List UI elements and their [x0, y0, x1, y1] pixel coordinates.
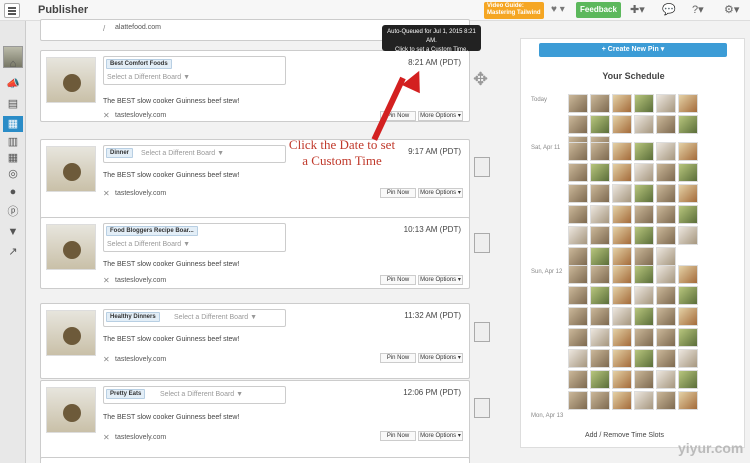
pin-description[interactable]: The BEST slow cooker Guinness beef stew!	[103, 98, 239, 105]
feedback-button[interactable]: Feedback	[576, 2, 621, 18]
globe-icon[interactable]: ●	[3, 184, 23, 200]
pin-url[interactable]: tasteslovely.com	[115, 277, 166, 284]
chat-icon[interactable]: 💬	[662, 3, 676, 16]
day-label: Sat, Apr 11	[531, 145, 561, 151]
close-icon[interactable]: ✕	[103, 433, 110, 442]
menu-icon[interactable]	[4, 3, 20, 18]
gear-icon[interactable]: ⚙▾	[724, 3, 739, 16]
time-slot[interactable]: 9:17 AM (PDT)	[408, 147, 461, 156]
board-selector[interactable]: Food Bloggers Recipe Boar... Select a Dif…	[103, 223, 286, 252]
add-time-slots-link[interactable]: Add / Remove Time Slots	[585, 432, 664, 439]
publisher-icon[interactable]: ▦	[3, 116, 23, 132]
annotation-text: Click the Date to set a Custom Time	[288, 137, 396, 168]
pin-now-button[interactable]: Pin Now	[380, 188, 416, 198]
megaphone-icon[interactable]: 📣	[3, 76, 23, 92]
pin-image	[46, 387, 96, 433]
day-label: Sun, Apr 12	[531, 269, 563, 275]
stack-icon[interactable]	[474, 322, 490, 342]
board-tag[interactable]: Pretty Eats	[106, 389, 146, 399]
home-icon[interactable]: ⌂	[3, 56, 23, 72]
trend-icon[interactable]: ↗	[3, 244, 23, 260]
board-placeholder: Select a Different Board ▼	[107, 241, 191, 248]
pin-description[interactable]: The BEST slow cooker Guinness beef stew!	[103, 261, 239, 268]
stack-icon[interactable]	[474, 157, 490, 177]
schedule-panel: + Create New Pin ▾ Your Schedule Today S…	[520, 38, 745, 448]
pin-feed: / alattefood.com Best Comfort Foods Selec…	[40, 19, 470, 463]
time-slot[interactable]: 12:06 PM (PDT)	[403, 388, 461, 397]
page-title: Publisher	[38, 4, 89, 16]
more-options-button[interactable]: More Options ▾	[418, 188, 463, 198]
time-slot[interactable]: 10:13 AM (PDT)	[404, 225, 461, 234]
more-options-button[interactable]: More Options ▾	[418, 111, 463, 121]
pin-url[interactable]: tasteslovely.com	[115, 434, 166, 441]
pin-url[interactable]: tasteslovely.com	[115, 112, 166, 119]
heart-icon[interactable]: ♥ ▾	[551, 4, 565, 15]
more-options-button[interactable]: More Options ▾	[418, 275, 463, 285]
instagram-icon[interactable]: ◎	[3, 166, 23, 182]
board-selector[interactable]: Healthy Dinners Select a Different Board …	[103, 309, 286, 327]
pin-now-button[interactable]: Pin Now	[380, 353, 416, 363]
board-placeholder: Select a Different Board ▼	[107, 74, 191, 81]
create-new-pin-button[interactable]: + Create New Pin ▾	[539, 43, 727, 57]
board-tag[interactable]: Dinner	[106, 148, 134, 158]
calendar-icon[interactable]: ▦	[3, 150, 23, 166]
schedule-grid[interactable]	[568, 142, 718, 266]
board-placeholder: Select a Different Board ▼	[160, 391, 244, 398]
video-guide-button[interactable]: Video Guide: Mastering Tailwind	[484, 2, 544, 19]
stack-icon[interactable]	[474, 233, 490, 253]
schedule-grid[interactable]	[568, 265, 718, 410]
pin-image	[46, 310, 96, 356]
link-icon: /	[103, 24, 106, 33]
pin-card	[40, 457, 470, 463]
pin-now-button[interactable]: Pin Now	[380, 431, 416, 441]
chart-icon[interactable]: ▥	[3, 134, 23, 150]
pin-card: Dinner Select a Different Board ▼ The BES…	[40, 139, 470, 225]
pin-description[interactable]: The BEST slow cooker Guinness beef stew!	[103, 336, 239, 343]
close-icon[interactable]: ✕	[103, 189, 110, 198]
pin-card: Healthy Dinners Select a Different Board …	[40, 303, 470, 379]
board-tag[interactable]: Best Comfort Foods	[106, 59, 172, 69]
board-placeholder: Select a Different Board ▼	[141, 150, 225, 157]
board-selector[interactable]: Best Comfort Foods Select a Different Boa…	[103, 56, 286, 85]
filter-icon[interactable]: ▼	[3, 224, 23, 240]
pin-url[interactable]: tasteslovely.com	[115, 356, 166, 363]
sidebar: ⌂ 📣 ▤ ▦ ▥ ▦ ◎ ● ⓟ ▼ ↗	[0, 21, 26, 463]
stack-icon[interactable]	[474, 398, 490, 418]
add-icon[interactable]: ✚▾	[630, 3, 645, 16]
pin-image	[46, 224, 96, 270]
pinterest-icon[interactable]: ⓟ	[3, 204, 23, 220]
time-slot[interactable]: 11:32 AM (PDT)	[404, 311, 461, 320]
pin-url[interactable]: tasteslovely.com	[115, 190, 166, 197]
pin-card: Food Bloggers Recipe Boar... Select a Dif…	[40, 217, 470, 289]
top-bar: Publisher Video Guide: Mastering Tailwin…	[0, 0, 750, 21]
tooltip-line: Click to set a Custom Time.	[394, 47, 469, 53]
board-selector[interactable]: Pretty Eats Select a Different Board ▼	[103, 386, 286, 404]
close-icon[interactable]: ✕	[103, 355, 110, 364]
day-label: Mon, Apr 13	[531, 413, 564, 419]
board-tag[interactable]: Healthy Dinners	[106, 312, 160, 322]
pin-icon[interactable]: ▤	[3, 96, 23, 112]
watermark: yiyur.com	[678, 440, 744, 456]
board-tag[interactable]: Food Bloggers Recipe Boar...	[106, 226, 198, 236]
more-options-button[interactable]: More Options ▾	[418, 431, 463, 441]
pin-description[interactable]: The BEST slow cooker Guinness beef stew!	[103, 172, 239, 179]
close-icon[interactable]: ✕	[103, 276, 110, 285]
close-icon[interactable]: ✕	[103, 111, 110, 120]
pin-now-button[interactable]: Pin Now	[380, 275, 416, 285]
move-icon[interactable]: ✥	[473, 69, 488, 90]
help-icon[interactable]: ?▾	[692, 3, 704, 16]
time-tooltip: Auto-Queued for Jul 1, 2015 8:21 AM. Cli…	[382, 25, 481, 53]
board-selector[interactable]: Dinner Select a Different Board ▼	[103, 145, 286, 163]
pin-image	[46, 146, 96, 192]
schedule-title: Your Schedule	[602, 71, 665, 81]
tooltip-line: Auto-Queued for Jul 1, 2015 8:21 AM.	[387, 29, 476, 44]
pin-url[interactable]: alattefood.com	[115, 24, 161, 31]
pin-description[interactable]: The BEST slow cooker Guinness beef stew!	[103, 414, 239, 421]
time-slot[interactable]: 8:21 AM (PDT)	[408, 58, 461, 67]
board-placeholder: Select a Different Board ▼	[174, 314, 258, 321]
pin-card: Pretty Eats Select a Different Board ▼ Th…	[40, 380, 470, 460]
day-label: Today	[531, 97, 548, 103]
more-options-button[interactable]: More Options ▾	[418, 353, 463, 363]
pin-image	[46, 57, 96, 103]
